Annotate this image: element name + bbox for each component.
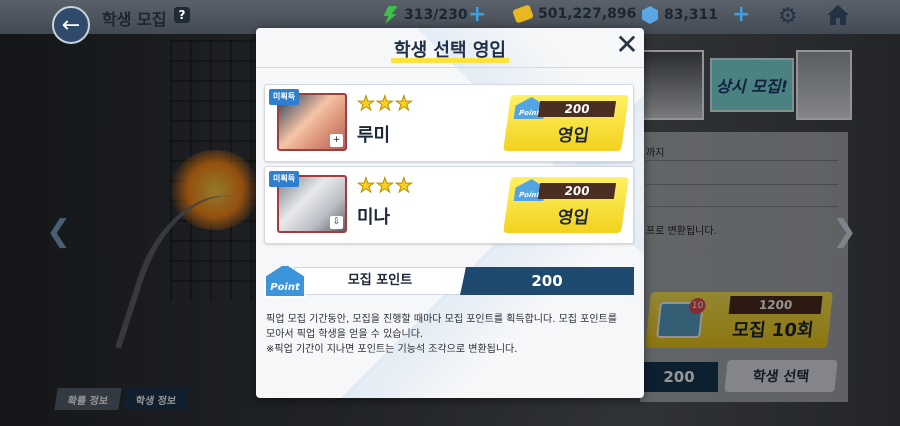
student-name: 루미: [357, 125, 391, 146]
add-gems-plus-icon[interactable]: +: [732, 4, 750, 26]
description-line: 픽업 모집 기간동안, 모집을 진행할 때마다 모집 포인트를 획득합니다. 모…: [266, 314, 617, 325]
unowned-badge: 미획득: [269, 89, 300, 105]
stamina-bolt-icon: [383, 6, 398, 24]
student-name: 미나: [357, 207, 391, 228]
star-rating: ★★★: [357, 173, 414, 198]
recruit-button[interactable]: Point 200 영입: [503, 177, 629, 233]
recruit-button-label: 영입: [556, 208, 591, 228]
close-icon[interactable]: ✕: [614, 31, 640, 59]
gem-icon: [642, 6, 658, 24]
recruit-point-value: 200: [460, 267, 634, 295]
recruit-cost: 200: [537, 183, 617, 199]
student-card-rumi[interactable]: 미획득 + ★★★ 루미 Point 200 영입: [264, 84, 634, 162]
star-rating: ★★★: [357, 91, 414, 116]
recruit-button-label: 영입: [556, 126, 591, 146]
credits-counter: 501,227,896: [512, 4, 637, 24]
recruit-point-row: Point 모집 포인트 200: [264, 264, 634, 298]
credits-icon: [512, 4, 534, 24]
recruit-cost: 200: [537, 101, 617, 117]
student-select-recruit-modal: 학생 선택 영입 ✕ 미획득 + ★★★ 루미 Point 200 영입 미획득…: [256, 28, 644, 398]
plus-icon: +: [330, 134, 343, 147]
download-icon: ⇩: [330, 216, 343, 229]
help-icon[interactable]: ?: [174, 7, 190, 23]
back-arrow-icon: ←: [61, 12, 81, 38]
credits-value: 501,227,896: [538, 6, 637, 22]
gems-value: 83,311: [664, 7, 719, 23]
stamina-value: 313/230: [404, 7, 468, 23]
stamina-counter: 313/230: [382, 6, 468, 24]
add-stamina-plus-icon[interactable]: +: [468, 4, 486, 26]
description-line: ※픽업 기간이 지나면 포인트는 기능석 조각으로 변환됩니다.: [266, 344, 518, 355]
home-icon[interactable]: [826, 4, 850, 26]
screen-title: 학생 모집: [102, 10, 167, 29]
back-button[interactable]: ←: [52, 6, 90, 44]
recruit-point-description: 픽업 모집 기간동안, 모집을 진행할 때마다 모집 포인트를 획득합니다. 모…: [266, 312, 636, 357]
modal-title: 학생 선택 영입: [394, 40, 506, 61]
gear-icon[interactable]: ⚙: [778, 4, 798, 29]
student-card-mina[interactable]: 미획득 ⇩ ★★★ 미나 Point 200 영입: [264, 166, 634, 244]
unowned-badge: 미획득: [269, 171, 300, 187]
gems-counter: 83,311: [642, 6, 718, 24]
recruit-point-label: 모집 포인트: [294, 267, 466, 295]
description-line: 모아서 픽업 학생을 얻을 수 있습니다.: [266, 329, 424, 340]
recruit-button[interactable]: Point 200 영입: [503, 95, 629, 151]
